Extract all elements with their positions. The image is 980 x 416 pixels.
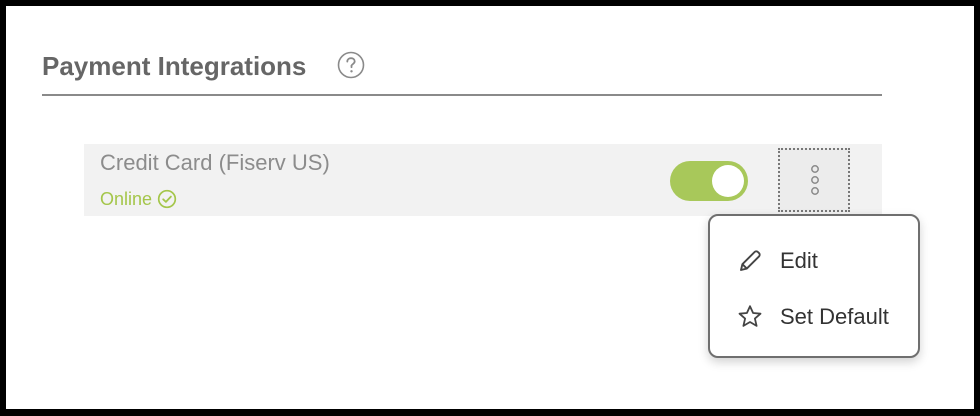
toggle-knob: [712, 165, 744, 197]
integration-name: Credit Card (Fiserv US): [100, 150, 330, 175]
enable-toggle[interactable]: [670, 161, 748, 201]
vertical-ellipsis-icon: [811, 165, 819, 195]
section-header: Payment Integrations: [42, 46, 882, 96]
pencil-icon: [736, 247, 764, 275]
check-circle-icon: [157, 189, 177, 209]
page-frame: Payment Integrations Credit Card (Fiserv…: [6, 6, 974, 409]
star-icon: [736, 303, 764, 331]
menu-item-edit[interactable]: Edit: [710, 236, 918, 286]
integration-row: Credit Card (Fiserv US) Online: [84, 144, 882, 216]
more-options-button[interactable]: [778, 148, 850, 212]
menu-item-label: Set Default: [780, 304, 889, 329]
menu-item-label: Edit: [780, 248, 818, 273]
status-text: Online: [100, 188, 153, 209]
status-indicator: Online: [100, 187, 177, 211]
section-title: Payment Integrations: [42, 51, 307, 81]
menu-item-set-default[interactable]: Set Default: [710, 292, 918, 342]
question-circle-icon[interactable]: [337, 51, 365, 79]
options-menu: Edit Set Default: [708, 214, 920, 358]
